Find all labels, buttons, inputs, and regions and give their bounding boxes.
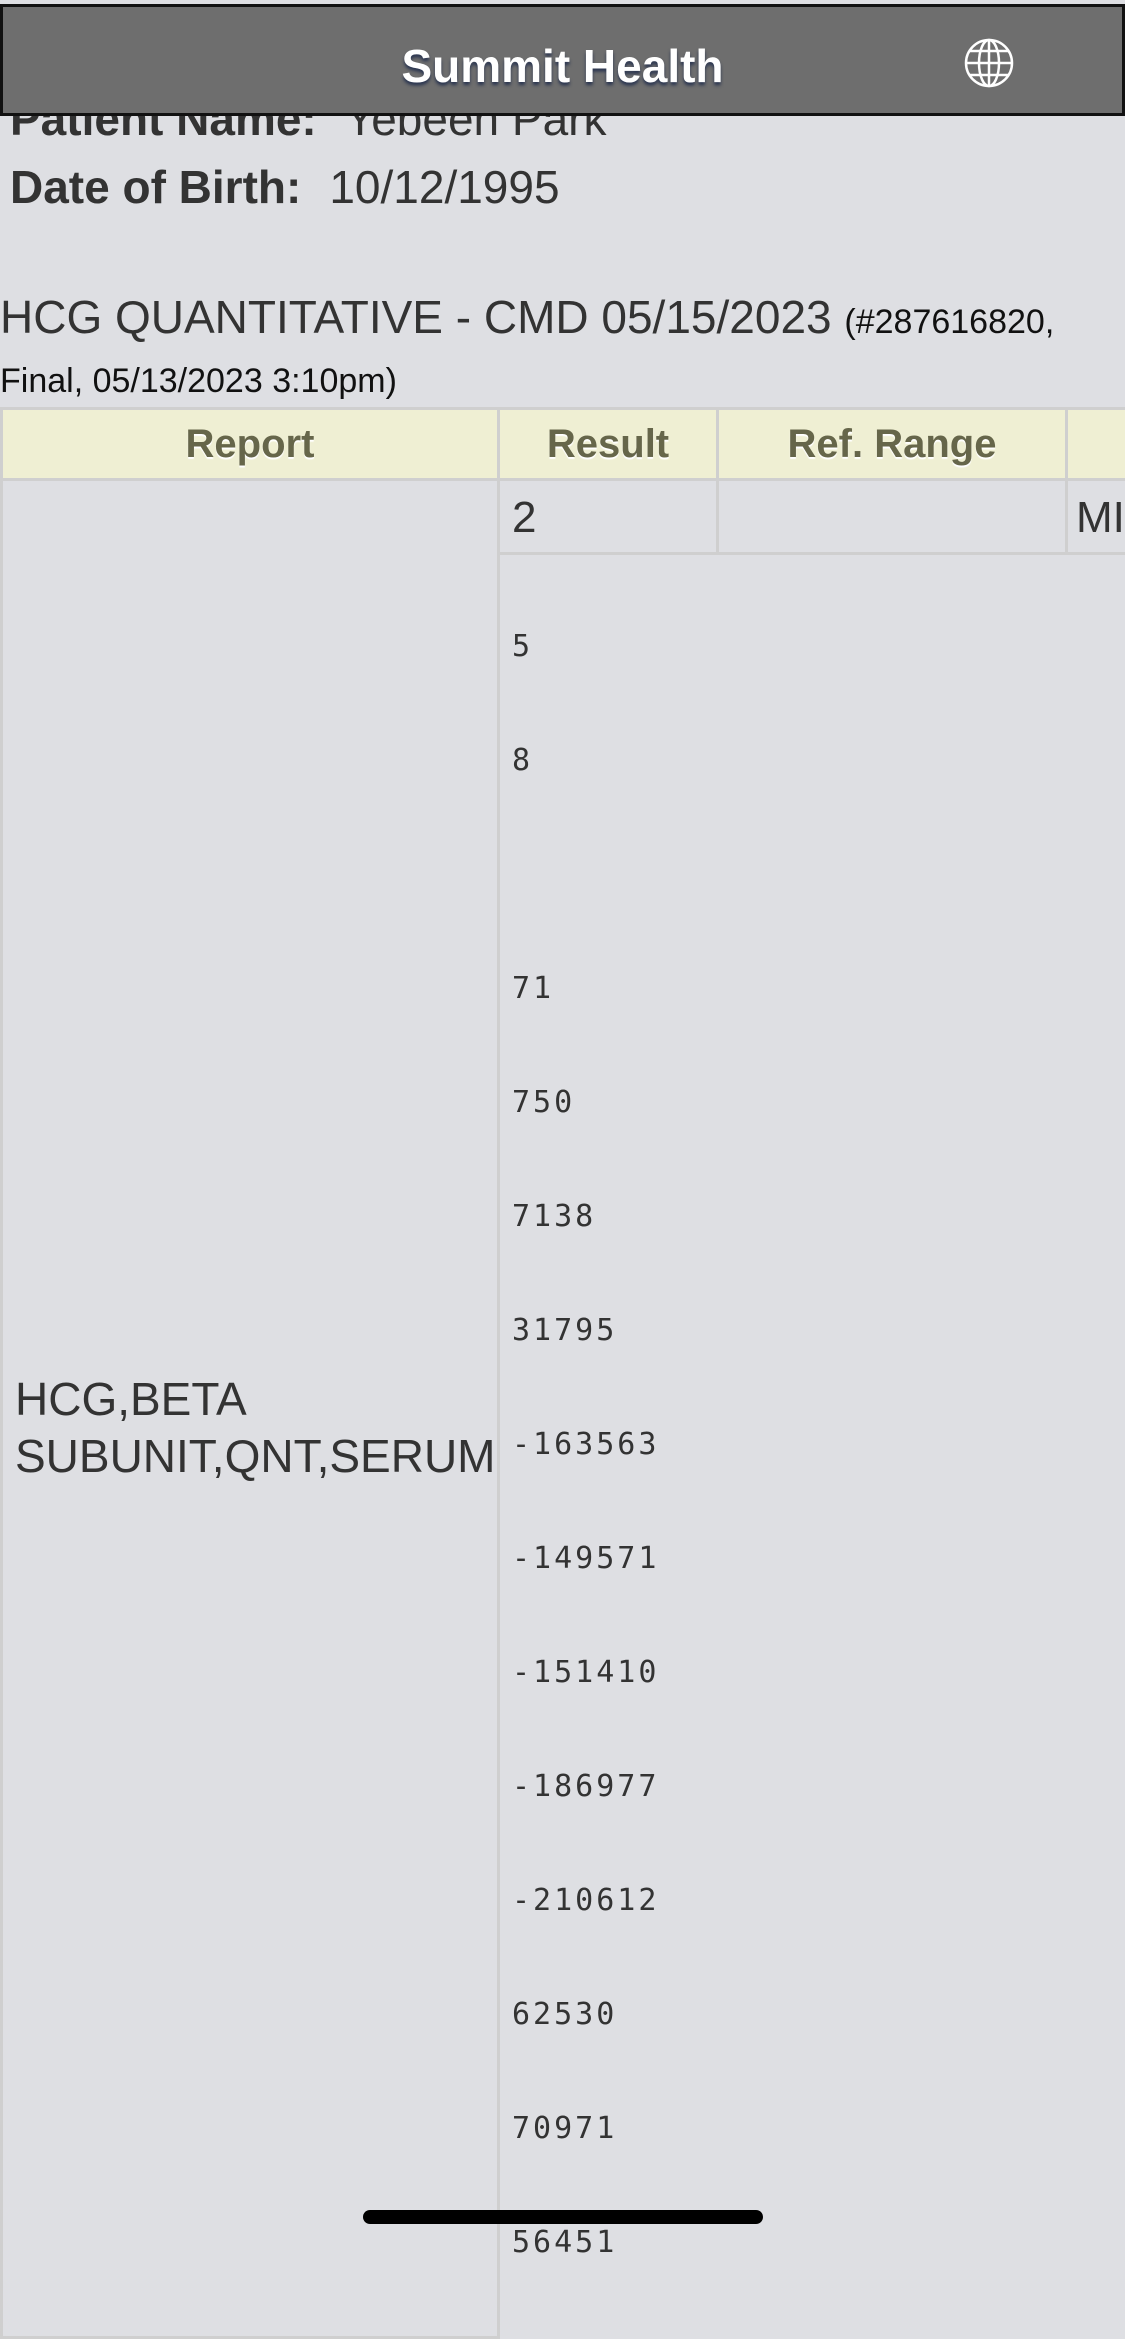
result-series-value (512, 855, 1125, 969)
result-series: 5 8 71 750 7138 31795 -163563 -149571 -1… (499, 554, 1125, 2338)
header-result: Result (499, 409, 718, 480)
result-series-value: -186977 (512, 1767, 1125, 1881)
home-indicator[interactable] (363, 2210, 763, 2224)
report-name: HCG,BETA SUBUNIT,QNT,SERUM (2, 480, 499, 2338)
globe-icon[interactable] (963, 37, 1015, 89)
result-series-value: 62530 (512, 1995, 1125, 2109)
dob-value: 10/12/1995 (329, 161, 559, 213)
unit-value: MI (1067, 480, 1125, 554)
result-series-value: 750 (512, 1083, 1125, 1197)
date-of-birth: Date of Birth: 10/12/1995 (10, 160, 560, 214)
table-row: HCG,BETA SUBUNIT,QNT,SERUM 2 MI (2, 480, 1125, 554)
result-series-value: 56451 (512, 2223, 1125, 2337)
lab-status: Final, 05/13/2023 3:10pm) (0, 362, 397, 401)
header-report: Report (2, 409, 499, 480)
ref-range-value (718, 480, 1067, 554)
results-table: Report Result Ref. Range HCG,BETA SUBUNI… (0, 407, 1125, 2339)
lab-title: HCG QUANTITATIVE - CMD 05/15/2023 (#2876… (0, 290, 1054, 344)
result-series-value: 8 (512, 741, 1125, 855)
table-header-row: Report Result Ref. Range (2, 409, 1125, 480)
result-series-value: -210612 (512, 1881, 1125, 1995)
result-series-value: 31795 (512, 1311, 1125, 1425)
result-series-value: -163563 (512, 1425, 1125, 1539)
header-ref-range: Ref. Range (718, 409, 1067, 480)
app-header: Summit Health (0, 4, 1125, 116)
header-units (1067, 409, 1125, 480)
result-value: 2 (499, 480, 718, 554)
result-series-value: -151410 (512, 1653, 1125, 1767)
result-series-value: 5 (512, 627, 1125, 741)
dob-label: Date of Birth: (10, 161, 301, 213)
result-series-value: -149571 (512, 1539, 1125, 1653)
app-title: Summit Health (3, 39, 1122, 93)
lab-id: (#287616820, (844, 303, 1054, 341)
result-series-value: 7138 (512, 1197, 1125, 1311)
result-series-value: 71 (512, 969, 1125, 1083)
result-series-value: 70971 (512, 2109, 1125, 2223)
lab-title-text: HCG QUANTITATIVE - CMD 05/15/2023 (0, 291, 832, 343)
